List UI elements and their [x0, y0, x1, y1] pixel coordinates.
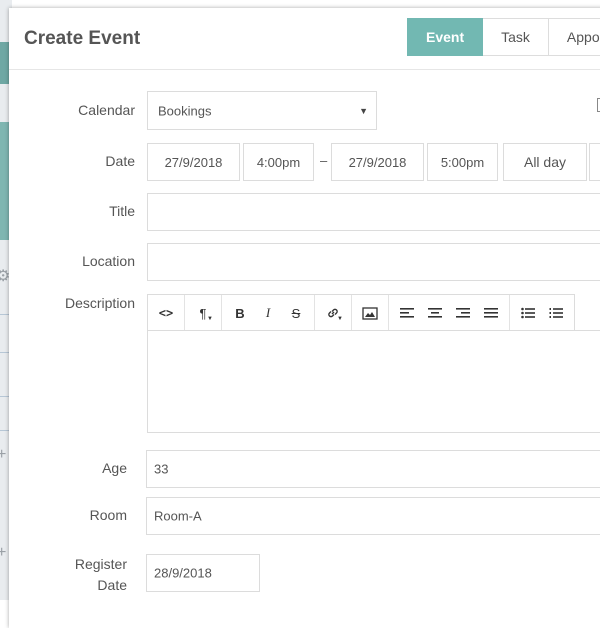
register-date-label: Register Date	[17, 554, 127, 596]
age-input[interactable]: 33	[146, 450, 600, 488]
start-time-value: 4:00pm	[256, 154, 301, 170]
link-button[interactable]: ▼	[319, 295, 347, 331]
title-label: Title	[109, 203, 135, 219]
calendar-select-value: Bookings	[158, 103, 212, 118]
code-view-button[interactable]: <>	[152, 295, 180, 331]
dropdown-caret-icon: ▼	[359, 105, 368, 116]
paragraph-icon: ¶	[199, 305, 207, 321]
bullet-list-icon	[521, 307, 535, 319]
insert-image-button[interactable]	[356, 295, 384, 331]
rich-text-toolbar: <> ¶ ▼ B I S ▼	[147, 294, 575, 331]
strikethrough-button[interactable]: S	[282, 295, 310, 331]
justify-button[interactable]	[477, 295, 505, 331]
align-right-button[interactable]	[449, 295, 477, 331]
italic-icon: I	[265, 305, 271, 320]
location-label: Location	[82, 253, 135, 269]
room-value: Room-A	[154, 508, 202, 524]
numbered-list-icon	[549, 308, 563, 318]
end-date-input[interactable]: 27/9/2018	[331, 143, 424, 181]
tab-appointment[interactable]: Appoi	[548, 18, 600, 56]
create-event-modal: Create Event Event Task Appoi Calendar B…	[9, 8, 600, 628]
align-left-button[interactable]	[393, 295, 421, 331]
description-editor[interactable]	[147, 330, 600, 433]
register-date-label-line2: Date	[97, 577, 127, 593]
modal-title: Create Event	[24, 28, 141, 49]
strikethrough-icon: S	[291, 305, 301, 321]
end-time-input[interactable]: 5:00pm	[427, 143, 498, 181]
toolbar-group-align	[389, 295, 510, 331]
toolbar-group-code: <>	[148, 295, 185, 331]
register-date-input[interactable]: 28/9/2018	[146, 554, 260, 592]
dropdown-caret-icon: ▼	[207, 316, 213, 322]
bold-icon: B	[235, 305, 245, 321]
start-date-input[interactable]: 27/9/2018	[147, 143, 240, 181]
italic-button[interactable]: I	[254, 295, 282, 331]
toolbar-group-paragraph: ¶ ▼	[185, 295, 222, 331]
image-icon	[362, 306, 378, 320]
dropdown-caret-icon: ▼	[337, 316, 343, 322]
all-day-button[interactable]: All day	[503, 143, 587, 181]
all-day-label: All day	[523, 154, 567, 170]
tab-event[interactable]: Event	[407, 18, 484, 56]
code-icon: <>	[158, 306, 174, 320]
background-plus-icon: +	[0, 446, 7, 463]
tab-task[interactable]: Task	[483, 18, 549, 56]
age-value: 33	[154, 461, 169, 477]
room-label: Room	[89, 507, 127, 523]
toolbar-group-image	[352, 295, 389, 331]
date-extra-button[interactable]	[589, 143, 600, 181]
bullet-list-button[interactable]	[514, 295, 542, 331]
align-center-icon	[428, 308, 442, 318]
justify-icon	[484, 308, 498, 318]
bold-button[interactable]: B	[226, 295, 254, 331]
background-plus-icon: +	[0, 544, 7, 561]
numbered-list-button[interactable]	[542, 295, 570, 331]
start-date-value: 27/9/2018	[164, 154, 223, 170]
age-label: Age	[102, 460, 127, 476]
end-date-value: 27/9/2018	[348, 154, 407, 170]
date-range-separator: –	[320, 153, 328, 168]
room-input[interactable]: Room-A	[146, 497, 600, 535]
toolbar-group-link: ▼	[315, 295, 352, 331]
title-input[interactable]	[147, 193, 600, 231]
date-label: Date	[105, 153, 135, 169]
calendar-label: Calendar	[78, 102, 135, 118]
paragraph-style-button[interactable]: ¶ ▼	[189, 295, 217, 331]
start-time-input[interactable]: 4:00pm	[243, 143, 314, 181]
description-label: Description	[64, 295, 135, 311]
event-type-tabs: Event Task Appoi	[407, 18, 600, 56]
modal-header: Create Event Event Task Appoi	[9, 8, 600, 70]
align-right-icon	[456, 308, 470, 318]
toolbar-group-lists	[510, 295, 574, 331]
register-date-value: 28/9/2018	[154, 565, 212, 581]
align-center-button[interactable]	[421, 295, 449, 331]
align-left-icon	[400, 308, 414, 318]
toolbar-group-font: B I S	[222, 295, 315, 331]
location-input[interactable]	[147, 243, 600, 281]
register-date-label-line1: Register	[74, 556, 127, 572]
end-time-value: 5:00pm	[440, 154, 485, 170]
calendar-select[interactable]: Bookings ▼	[147, 91, 377, 130]
